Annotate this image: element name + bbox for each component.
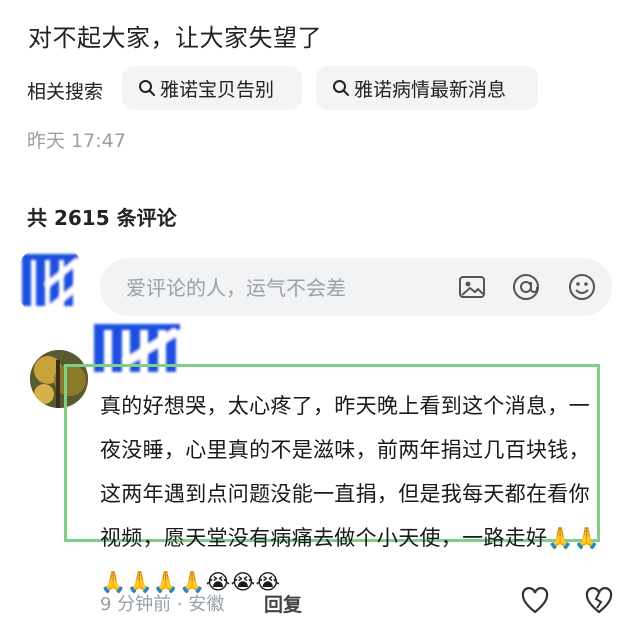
- comment-meta: 9 分钟前 · 安徽: [100, 594, 225, 615]
- reply-button[interactable]: 回复: [264, 590, 302, 617]
- search-icon: [333, 80, 349, 96]
- search-icon: [139, 80, 155, 96]
- comment-body: 真的好想哭，太心疼了，昨天晚上看到这个消息，一夜没睡，心里真的不是滋味，前两年捐…: [100, 384, 610, 604]
- related-search-chip-label: 雅诺病情最新消息: [354, 78, 507, 101]
- related-search-chip-1[interactable]: 雅诺宝贝告别: [122, 66, 302, 110]
- post-title: 对不起大家，让大家失望了: [28, 24, 322, 52]
- at-icon[interactable]: [510, 271, 542, 303]
- post-timestamp: 昨天 17:47: [27, 130, 126, 152]
- emoji-icon[interactable]: [566, 271, 598, 303]
- related-search-chip-label: 雅诺宝贝告别: [160, 78, 275, 101]
- broken-heart-icon[interactable]: [584, 586, 614, 616]
- user-avatar[interactable]: [14, 244, 88, 318]
- comment-text: 真的好想哭，太心疼了，昨天晚上看到这个消息，一夜没睡，心里真的不是滋味，前两年捐…: [100, 394, 590, 550]
- related-search-chip-2[interactable]: 雅诺病情最新消息: [316, 66, 538, 110]
- comment-input[interactable]: [124, 258, 428, 318]
- comment-count: 共 2615 条评论: [27, 206, 177, 230]
- heart-icon[interactable]: [520, 586, 550, 616]
- related-search-label: 相关搜索: [27, 81, 104, 103]
- comment-composer[interactable]: [100, 258, 612, 318]
- image-icon[interactable]: [456, 271, 488, 303]
